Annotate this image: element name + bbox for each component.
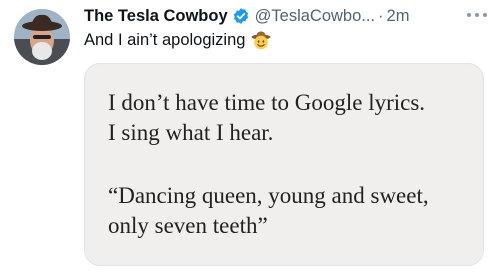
profile-photo-icon [14, 9, 70, 65]
timestamp[interactable]: 2m [387, 5, 410, 27]
media-line: I sing what I hear. [108, 120, 274, 145]
separator-dot: · [378, 7, 384, 25]
cowboy-hat-face-icon [251, 30, 271, 50]
handle[interactable]: @TeslaCowbo... [255, 5, 375, 27]
media-line: only seven teeth” [108, 213, 268, 238]
media-image[interactable]: I don’t have time to Google lyrics. I si… [84, 63, 484, 266]
more-options-icon[interactable] [467, 7, 487, 23]
tweet-header: The Tesla Cowboy @TeslaCowbo... · 2m [84, 5, 409, 27]
media-line: “Dancing queen, young and sweet, [108, 183, 429, 208]
tweet-text: And I ain’t apologizing [84, 29, 271, 51]
verified-badge-icon[interactable] [232, 7, 250, 25]
tweet-body: And I ain’t apologizing [84, 31, 246, 49]
media-line: I don’t have time to Google lyrics. [108, 90, 426, 115]
tweet[interactable]: The Tesla Cowboy @TeslaCowbo... · 2m And… [0, 0, 500, 274]
display-name[interactable]: The Tesla Cowboy [84, 5, 228, 27]
avatar[interactable] [14, 9, 70, 65]
media-quote-text: I don’t have time to Google lyrics. I si… [108, 88, 429, 241]
